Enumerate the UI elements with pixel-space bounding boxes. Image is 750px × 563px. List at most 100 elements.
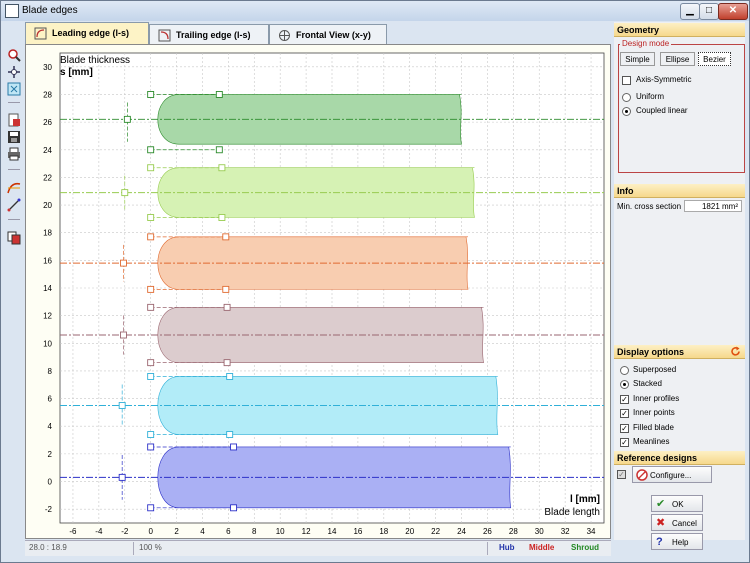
minimize-button[interactable]: ▁ bbox=[680, 3, 700, 20]
maximize-button[interactable]: □ bbox=[699, 3, 719, 20]
min-cross-section-value: 1821 mm² bbox=[684, 200, 742, 212]
control-point[interactable] bbox=[147, 373, 155, 380]
superposed-radio[interactable] bbox=[620, 366, 629, 375]
control-point[interactable] bbox=[223, 303, 231, 311]
y-tick-label: 12 bbox=[43, 312, 52, 321]
app-icon bbox=[5, 4, 19, 18]
measure-icon[interactable] bbox=[7, 198, 21, 212]
y-tick-label: 10 bbox=[43, 339, 52, 348]
x-tick-label: 26 bbox=[483, 527, 492, 536]
blade-thickness-chart[interactable]: -6 -4 -2 0 2 4 6 8 10 12 14 16 18 20 22 24 26 28 30 32 34 -2… bbox=[26, 45, 612, 540]
control-point[interactable] bbox=[215, 146, 223, 154]
y-tick-label: 30 bbox=[43, 63, 52, 72]
x-tick-label: 14 bbox=[328, 527, 337, 536]
coupled-linear-radio[interactable] bbox=[622, 107, 631, 116]
control-point[interactable] bbox=[147, 233, 155, 241]
control-point[interactable] bbox=[222, 285, 230, 293]
control-point[interactable] bbox=[215, 91, 223, 98]
control-point[interactable] bbox=[147, 91, 155, 98]
tab-leading-edge[interactable]: Leading edge (l-s) bbox=[25, 22, 149, 44]
control-point[interactable] bbox=[147, 504, 155, 512]
refresh-icon[interactable] bbox=[730, 346, 741, 357]
mode-simple-button[interactable]: Simple bbox=[620, 52, 655, 66]
y-tick-label: 20 bbox=[43, 201, 52, 210]
leading-edge-icon bbox=[34, 27, 47, 40]
uniform-label: Uniform bbox=[636, 92, 665, 101]
control-point[interactable] bbox=[118, 473, 126, 481]
uniform-radio[interactable] bbox=[622, 93, 631, 102]
ok-label: OK bbox=[672, 500, 684, 509]
control-point[interactable] bbox=[226, 431, 234, 438]
control-point[interactable] bbox=[118, 402, 126, 409]
min-cross-section-label: Min. cross section bbox=[617, 202, 682, 211]
coordinate-readout: 28.0 : 18.9 bbox=[29, 543, 67, 552]
control-point[interactable] bbox=[230, 443, 238, 451]
y-tick-label: 26 bbox=[43, 118, 52, 127]
control-point[interactable] bbox=[230, 504, 238, 512]
control-point[interactable] bbox=[121, 189, 129, 197]
help-button[interactable]: ? Help bbox=[651, 533, 703, 550]
control-point[interactable] bbox=[147, 214, 155, 221]
control-point[interactable] bbox=[218, 214, 226, 221]
export-icon[interactable] bbox=[7, 113, 21, 127]
control-point[interactable] bbox=[147, 164, 155, 172]
mode-ellipse-button[interactable]: Ellipse bbox=[660, 52, 695, 66]
control-point[interactable] bbox=[147, 359, 155, 367]
control-point[interactable] bbox=[226, 373, 234, 380]
display-options-heading: Display options bbox=[614, 345, 745, 359]
display-options-title: Display options bbox=[617, 347, 685, 357]
y-tick-label: 4 bbox=[48, 422, 53, 431]
configure-button[interactable]: Configure... bbox=[632, 466, 712, 483]
pan-icon[interactable] bbox=[7, 65, 21, 79]
curve-icon[interactable] bbox=[7, 181, 21, 195]
tab-trailing-edge[interactable]: Trailing edge (l-s) bbox=[149, 24, 269, 44]
x-tick-label: 32 bbox=[561, 527, 570, 536]
x-tick-label: 8 bbox=[252, 527, 257, 536]
control-point[interactable] bbox=[147, 303, 155, 311]
fit-icon[interactable] bbox=[7, 82, 21, 96]
hub-legend: Hub bbox=[499, 543, 515, 552]
axis-symmetric-checkbox[interactable] bbox=[622, 76, 631, 85]
x-axis-caption: Blade length bbox=[544, 507, 600, 518]
control-point[interactable] bbox=[218, 164, 226, 172]
stacked-radio[interactable] bbox=[620, 380, 629, 389]
plot-area[interactable]: -6 -4 -2 0 2 4 6 8 10 12 14 16 18 20 22 24 26 28 30 32 34 -2… bbox=[25, 44, 611, 539]
control-point[interactable] bbox=[147, 443, 155, 451]
shroud-legend: Shroud bbox=[571, 543, 599, 552]
control-point[interactable] bbox=[147, 146, 155, 154]
chart-title: Blade thickness bbox=[60, 55, 130, 66]
inner-points-checkbox[interactable]: ✓ bbox=[620, 409, 629, 418]
zoom-icon[interactable] bbox=[7, 48, 21, 62]
inner-points-label: Inner points bbox=[633, 408, 675, 417]
control-point[interactable] bbox=[222, 233, 230, 241]
mode-bezier-button[interactable]: Bezier bbox=[698, 52, 731, 66]
y-tick-label: 0 bbox=[48, 478, 53, 487]
x-tick-label: 6 bbox=[226, 527, 231, 536]
ok-button[interactable]: ✔ OK bbox=[651, 495, 703, 512]
x-tick-label: 34 bbox=[587, 527, 596, 536]
toolbar-separator bbox=[8, 102, 20, 103]
tab-frontal-view[interactable]: Frontal View (x-y) bbox=[269, 24, 387, 44]
inner-profiles-checkbox[interactable]: ✓ bbox=[620, 395, 629, 404]
control-point[interactable] bbox=[147, 431, 155, 438]
help-icon: ? bbox=[656, 536, 663, 548]
control-point[interactable] bbox=[223, 359, 231, 367]
control-point[interactable] bbox=[147, 285, 155, 293]
control-point[interactable] bbox=[123, 115, 131, 123]
close-button[interactable]: ✕ bbox=[718, 3, 748, 20]
meanlines-checkbox[interactable]: ✓ bbox=[620, 438, 629, 447]
toolbar-separator bbox=[8, 219, 20, 220]
x-tick-label: -4 bbox=[95, 527, 103, 536]
save-icon[interactable] bbox=[7, 130, 21, 144]
x-tick-label: 2 bbox=[174, 527, 179, 536]
control-point[interactable] bbox=[120, 259, 127, 267]
copy-icon[interactable] bbox=[7, 231, 21, 245]
cancel-button[interactable]: ✖ Cancel bbox=[651, 514, 703, 531]
reference-checkbox[interactable]: ✓ bbox=[617, 470, 626, 479]
y-tick-label: 18 bbox=[43, 229, 52, 238]
window-title: Blade edges bbox=[22, 5, 78, 16]
print-icon[interactable] bbox=[7, 147, 21, 161]
tab-label: Leading edge (l-s) bbox=[52, 28, 130, 38]
filled-blade-checkbox[interactable]: ✓ bbox=[620, 424, 629, 433]
control-point[interactable] bbox=[120, 331, 127, 339]
